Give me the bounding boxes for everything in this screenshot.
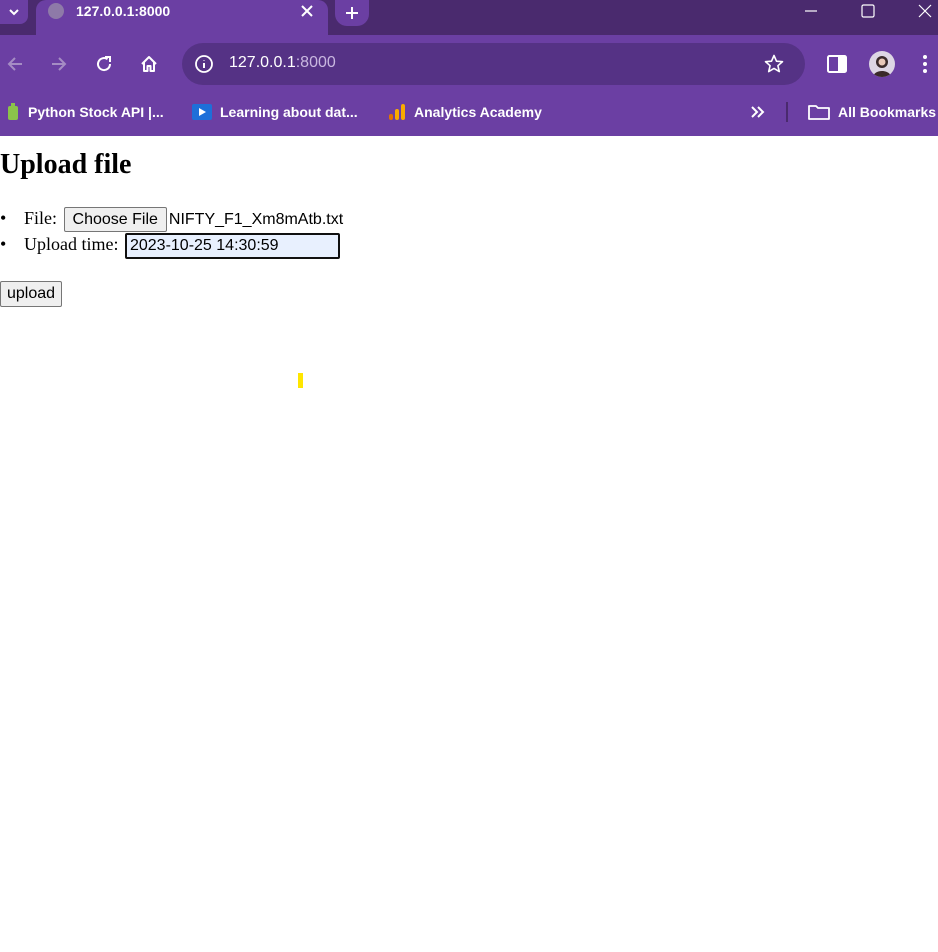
bookmarks-overflow-button[interactable]: [750, 102, 766, 122]
bookmark-label: Analytics Academy: [414, 104, 542, 120]
upload-time-input[interactable]: [124, 232, 340, 259]
double-chevron-right-icon: [751, 106, 765, 118]
minimize-button[interactable]: [788, 0, 834, 22]
close-icon: [301, 5, 313, 17]
arrow-right-icon: [52, 57, 67, 71]
globe-icon: [48, 3, 64, 19]
browser-toolbar: 127.0.0.1:8000: [0, 35, 938, 92]
choose-file-button[interactable]: Choose File: [63, 207, 167, 233]
side-panel-icon: [827, 55, 847, 73]
forward-button[interactable]: [44, 49, 74, 79]
side-panel-button[interactable]: [822, 49, 852, 79]
tab-close-button[interactable]: [298, 2, 316, 20]
all-bookmarks-button[interactable]: All Bookmarks: [808, 102, 936, 122]
maximize-icon: [861, 4, 875, 18]
upload-button[interactable]: upload: [0, 281, 63, 307]
home-icon: [141, 56, 157, 72]
tab-title: 127.0.0.1:8000: [76, 3, 171, 19]
text-cursor-marker: [298, 373, 303, 388]
close-icon: [918, 4, 932, 18]
tab-strip: 127.0.0.1:8000: [0, 0, 938, 35]
folder-icon: [808, 103, 830, 121]
upload-time-row: Upload time:: [0, 232, 343, 259]
file-label: File:: [24, 208, 58, 228]
reload-icon: [97, 56, 112, 72]
profile-avatar[interactable]: [869, 51, 895, 77]
bookmark-label: Learning about dat...: [220, 104, 358, 120]
reload-button[interactable]: [89, 49, 119, 79]
browser-menu-button[interactable]: [912, 49, 938, 79]
arrow-left-icon: [7, 57, 22, 71]
file-field-row: File: Choose FileNIFTY_F1_Xm8mAtb.txt: [0, 206, 344, 233]
window-close-button[interactable]: [902, 0, 938, 22]
bookmark-item[interactable]: Analytics Academy: [388, 102, 542, 122]
all-bookmarks-label: All Bookmarks: [838, 104, 937, 120]
address-bar[interactable]: 127.0.0.1:8000: [182, 43, 805, 85]
chevron-down-icon: [9, 9, 19, 16]
maximize-button[interactable]: [845, 0, 891, 22]
url-port: :8000: [295, 54, 336, 71]
minimize-icon: [805, 10, 817, 12]
star-icon: [764, 54, 784, 73]
play-icon: [192, 104, 212, 120]
plus-icon: [346, 7, 358, 19]
tab-search-button[interactable]: [0, 0, 28, 24]
avatar-icon: [873, 56, 891, 77]
bookmark-favicon-green: [6, 103, 20, 121]
bookmark-star-button[interactable]: [760, 51, 788, 77]
analytics-icon: [388, 103, 406, 121]
home-button[interactable]: [134, 49, 164, 79]
selected-file-name: NIFTY_F1_Xm8mAtb.txt: [168, 210, 344, 228]
bookmark-label: Python Stock API |...: [28, 104, 164, 120]
kebab-menu-icon: [923, 55, 927, 73]
upload-form-fields: File: Choose FileNIFTY_F1_Xm8mAtb.txt Up…: [0, 206, 344, 259]
page-content: Upload file File: Choose FileNIFTY_F1_Xm…: [0, 136, 938, 952]
upload-time-label: Upload time:: [24, 234, 119, 254]
url-text[interactable]: 127.0.0.1:8000: [229, 54, 336, 72]
url-host: 127.0.0.1: [229, 54, 296, 71]
bookmark-item[interactable]: Learning about dat...: [192, 102, 358, 122]
site-info-icon[interactable]: [190, 50, 218, 78]
bookmark-item[interactable]: Python Stock API |...: [6, 102, 164, 122]
new-tab-button[interactable]: [335, 0, 369, 26]
active-tab[interactable]: 127.0.0.1:8000: [36, 0, 328, 35]
page-title: Upload file: [0, 149, 132, 180]
back-button[interactable]: [0, 49, 30, 79]
bookmarks-divider: [786, 102, 788, 122]
bookmarks-bar: Python Stock API |... Learning about dat…: [0, 92, 938, 136]
